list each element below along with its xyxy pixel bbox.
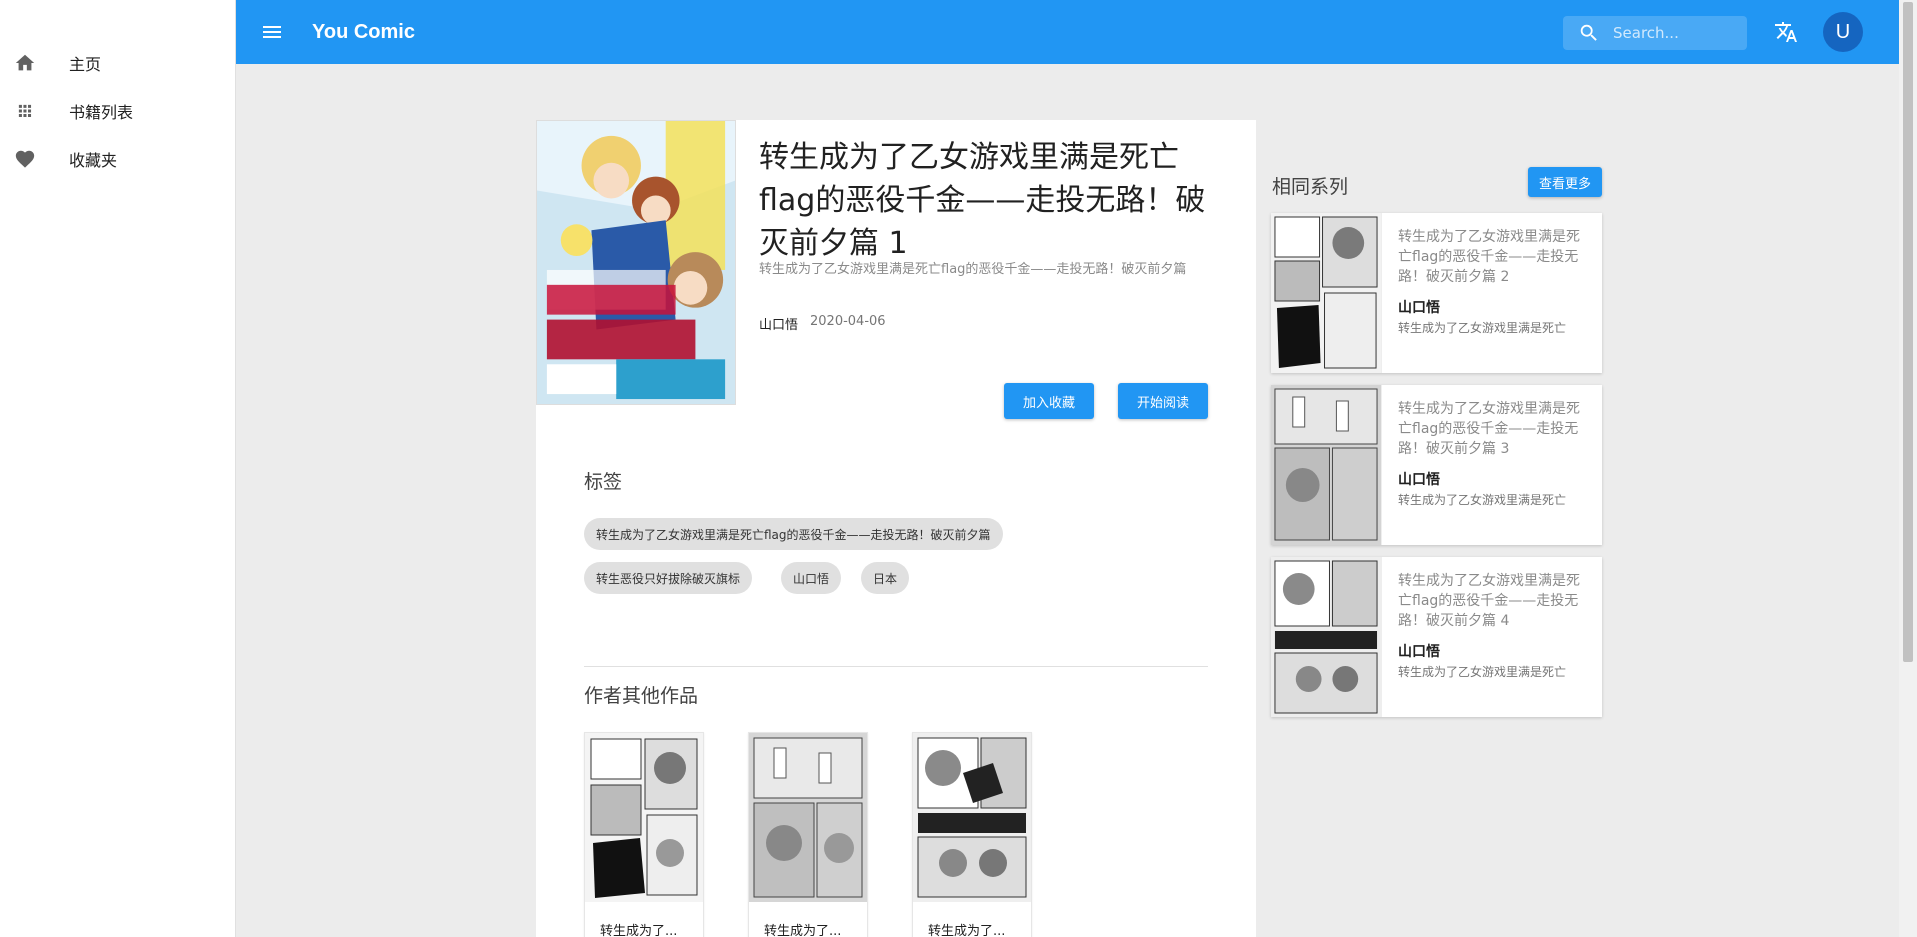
sidebar-item-home[interactable]: 主页: [0, 39, 235, 87]
series-thumbnail: [1271, 385, 1382, 545]
app-title: You Comic: [312, 20, 415, 43]
sidebar-item-favorites[interactable]: 收藏夹: [0, 135, 235, 183]
search-input[interactable]: [1613, 24, 1733, 42]
author-work-title: 转生成为了...: [764, 924, 842, 937]
add-favorite-button[interactable]: 加入收藏: [1004, 383, 1094, 419]
sidebar-item-label: 主页: [69, 55, 102, 74]
author-work-card[interactable]: 转生成为了...: [748, 732, 868, 937]
scrollbar-thumb[interactable]: [1903, 2, 1913, 662]
tag-chip[interactable]: 山口悟: [781, 562, 842, 594]
series-thumbnail: [1271, 557, 1382, 717]
tag-chip[interactable]: 日本: [861, 562, 910, 594]
app-bar: You Comic U: [236, 0, 1899, 64]
book-meta: 山口悟 2020-04-06: [759, 314, 886, 333]
book-author[interactable]: 山口悟: [759, 314, 798, 333]
tags-heading: 标签: [584, 471, 623, 493]
book-cover-image: [536, 120, 736, 405]
tag-chip[interactable]: 转生成为了乙女游戏里满是死亡flag的恶役千金——走投无路！破灭前夕篇: [584, 518, 1003, 550]
search-box[interactable]: [1563, 16, 1747, 50]
series-item-title: 转生成为了乙女游戏里满是死亡flag的恶役千金——走投无路！破灭前夕篇 2: [1398, 229, 1580, 285]
series-card[interactable]: 转生成为了乙女游戏里满是死亡flag的恶役千金——走投无路！破灭前夕篇 2 山口…: [1271, 213, 1602, 373]
series-item-title: 转生成为了乙女游戏里满是死亡flag的恶役千金——走投无路！破灭前夕篇 4: [1398, 573, 1580, 629]
series-heading: 相同系列: [1272, 176, 1349, 198]
series-item-desc: 转生成为了乙女游戏里满是死亡: [1398, 493, 1567, 507]
series-card[interactable]: 转生成为了乙女游戏里满是死亡flag的恶役千金——走投无路！破灭前夕篇 3 山口…: [1271, 385, 1602, 545]
series-thumbnail: [1271, 213, 1382, 373]
start-reading-button[interactable]: 开始阅读: [1118, 383, 1208, 419]
author-work-thumbnail: [749, 733, 867, 902]
sidebar-item-label: 收藏夹: [69, 151, 118, 170]
book-detail-card: 转生成为了乙女游戏里满是死亡flag的恶役千金——走投无路！破灭前夕篇 1 转生…: [536, 120, 1256, 937]
author-work-thumbnail: [913, 733, 1031, 902]
tag-chip[interactable]: 转生恶役只好拔除破灭旗标: [584, 562, 753, 594]
apps-grid-icon: [14, 100, 36, 122]
series-item-author: 山口悟: [1398, 644, 1440, 660]
series-item-author: 山口悟: [1398, 472, 1440, 488]
author-work-card[interactable]: 转生成为了...: [584, 732, 704, 937]
series-item-desc: 转生成为了乙女游戏里满是死亡: [1398, 321, 1567, 335]
author-work-title: 转生成为了...: [928, 924, 1006, 937]
book-title: 转生成为了乙女游戏里满是死亡flag的恶役千金——走投无路！破灭前夕篇 1: [759, 140, 1206, 261]
author-work-title: 转生成为了...: [600, 924, 678, 937]
sidebar-item-label: 书籍列表: [69, 103, 134, 122]
home-icon: [14, 52, 36, 74]
menu-icon[interactable]: [260, 20, 284, 44]
section-divider: [584, 666, 1208, 667]
series-item-desc: 转生成为了乙女游戏里满是死亡: [1398, 665, 1567, 679]
book-subtitle: 转生成为了乙女游戏里满是死亡flag的恶役千金——走投无路！破灭前夕篇: [759, 262, 1187, 277]
author-work-thumbnail: [585, 733, 703, 902]
series-card[interactable]: 转生成为了乙女游戏里满是死亡flag的恶役千金——走投无路！破灭前夕篇 4 山口…: [1271, 557, 1602, 717]
sidebar-item-book-list[interactable]: 书籍列表: [0, 87, 235, 135]
view-more-button[interactable]: 查看更多: [1528, 167, 1602, 197]
author-work-card[interactable]: 转生成为了...: [912, 732, 1032, 937]
search-icon: [1577, 21, 1601, 45]
series-item-title: 转生成为了乙女游戏里满是死亡flag的恶役千金——走投无路！破灭前夕篇 3: [1398, 401, 1580, 457]
author-works-heading: 作者其他作品: [584, 685, 699, 707]
series-item-author: 山口悟: [1398, 300, 1440, 316]
page-scrollbar[interactable]: [1899, 0, 1917, 937]
translate-icon[interactable]: [1774, 20, 1798, 44]
book-date: 2020-04-06: [810, 314, 886, 329]
heart-icon: [14, 148, 36, 170]
avatar[interactable]: U: [1823, 12, 1863, 52]
sidebar: 主页 书籍列表 收藏夹: [0, 0, 236, 937]
